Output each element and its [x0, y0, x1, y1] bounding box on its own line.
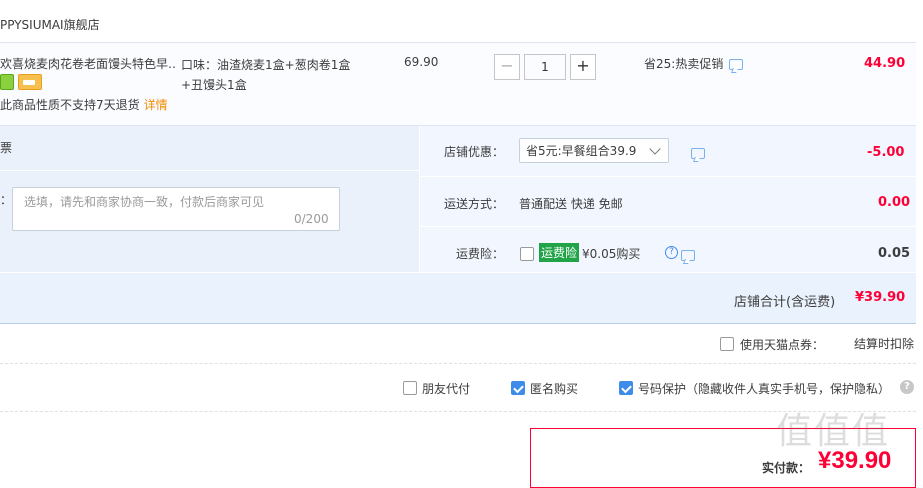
divider — [0, 363, 916, 364]
qty-plus-button[interactable]: + — [570, 54, 596, 80]
help-icon[interactable]: ? — [665, 246, 678, 259]
shop-discount-selected: 省5元:早餐组合39.9 — [526, 144, 637, 158]
item-title[interactable]: 欢喜烧麦肉花卷老面馒头特色早… — [0, 55, 176, 72]
item-flavor: 口味：油渣烧麦1盒+葱肉卷1盒 +丑馒头1盒 — [181, 55, 361, 95]
divider — [420, 226, 916, 227]
divider — [420, 176, 916, 177]
coupon-label: 使用天猫点券： — [740, 338, 825, 352]
quantity-stepper: − 1 + — [494, 54, 596, 80]
service-badges — [0, 74, 46, 90]
qty-minus-button[interactable]: − — [494, 54, 520, 80]
shop-discount-label: 店铺优惠： — [444, 145, 505, 159]
insurance-label: 运费险： — [456, 247, 505, 261]
shop-discount-select[interactable]: 省5元:早餐组合39.9 — [519, 138, 669, 163]
insurance-checkbox[interactable] — [520, 247, 534, 261]
anonymous-checkbox[interactable] — [511, 381, 525, 395]
question-icon[interactable]: ? — [900, 380, 914, 394]
message-placeholder: 选填，请先和商家协商一致，付款后商家可见 — [24, 195, 265, 209]
shipping-label: 运送方式： — [444, 197, 505, 211]
return-policy-text: 此商品性质不支持7天退货 — [0, 98, 140, 112]
chat-icon[interactable] — [680, 250, 695, 261]
store-name[interactable]: PPYSIUMAI旗舰店 — [0, 16, 100, 33]
item-subtotal: 44.90 — [864, 56, 906, 71]
detail-link[interactable]: 详情 — [144, 98, 168, 112]
friend-pay-checkbox[interactable] — [403, 381, 417, 395]
flavor-line-2: +丑馒头1盒 — [181, 78, 247, 92]
shipping-method: 普通配送 快递 免邮 — [519, 197, 623, 211]
divider — [0, 170, 419, 171]
friend-pay-label: 朋友代付 — [422, 382, 471, 396]
chat-icon[interactable] — [691, 148, 705, 159]
insurance-tag: 运费险 — [539, 243, 580, 262]
return-policy-note: 此商品性质不支持7天退货 详情 — [0, 96, 168, 113]
chevron-down-icon — [649, 143, 661, 155]
shop-discount-amount: -5.00 — [867, 145, 905, 160]
insurance-price: ¥0.05购买 — [582, 247, 641, 261]
payment-label: 实付款： — [762, 461, 811, 475]
anonymous-label: 匿名购买 — [530, 382, 579, 396]
payment-amount: ¥39.90 — [818, 447, 892, 474]
number-protect-checkbox[interactable] — [619, 381, 633, 395]
flavor-line-1: 口味：油渣烧麦1盒+葱肉卷1盒 — [181, 58, 351, 72]
shop-total-label: 店铺合计(含运费) — [734, 295, 836, 310]
unit-price: 69.90 — [404, 55, 439, 69]
message-label: ： — [0, 193, 13, 207]
coupon-deduct-text: 结算时扣除 — [854, 337, 915, 351]
shop-total-value: ¥39.90 — [855, 290, 906, 305]
service-badge-icon — [0, 74, 14, 90]
card-badge-icon — [18, 74, 42, 90]
invoice-label: 票 — [0, 141, 13, 155]
insurance-amount: 0.05 — [878, 246, 911, 261]
coupon-checkbox[interactable] — [720, 337, 734, 351]
shipping-cost: 0.00 — [878, 195, 911, 210]
chat-icon[interactable] — [729, 59, 744, 70]
message-char-count: 0/200 — [294, 212, 329, 226]
promo-text: 省25:热卖促销 — [644, 57, 724, 71]
item-promo: 省25:热卖促销 — [644, 55, 744, 72]
quantity-input[interactable]: 1 — [524, 54, 566, 80]
number-protect-label: 号码保护（隐藏收件人真实手机号，保护隐私） — [638, 382, 891, 396]
